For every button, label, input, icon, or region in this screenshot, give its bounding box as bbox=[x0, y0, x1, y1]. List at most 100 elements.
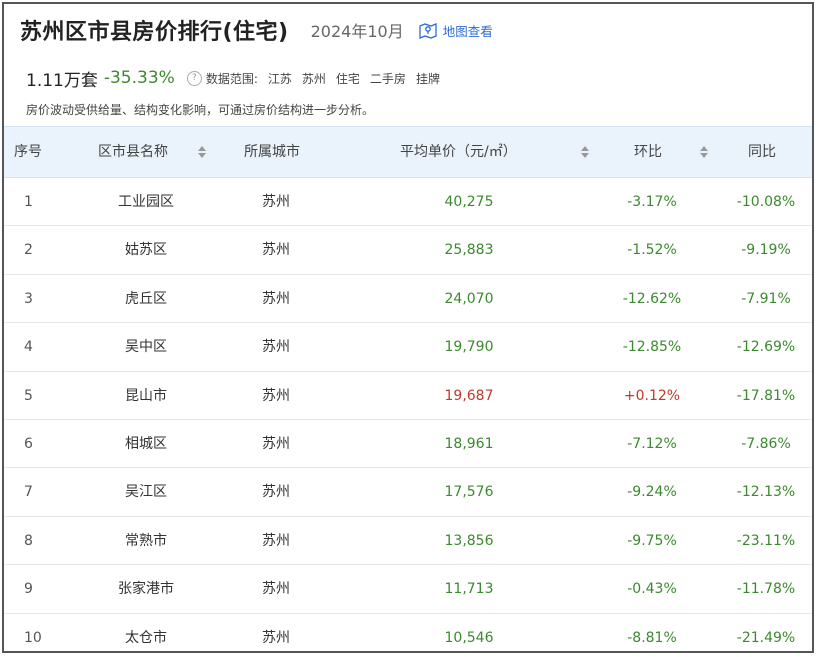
row-yoy: -17.81% bbox=[736, 387, 796, 404]
header-mom-label: 环比 bbox=[634, 144, 662, 160]
row-mom: -3.17% bbox=[627, 194, 677, 210]
table-row[interactable]: 2 姑苏区 苏州 25,883 -1.52% -9.19% bbox=[4, 226, 812, 275]
row-city: 苏州 bbox=[262, 194, 290, 210]
row-index: 8 bbox=[24, 532, 33, 549]
row-district[interactable]: 姑苏区 bbox=[68, 226, 224, 274]
row-district[interactable]: 虎丘区 bbox=[68, 275, 224, 323]
ranking-panel: 苏州区市县房价排行(住宅) 2024年10月 地图查看 1.11万套 -35.3… bbox=[2, 2, 814, 653]
row-mom: -8.81% bbox=[627, 629, 677, 646]
listing-change: -35.33% bbox=[103, 68, 175, 88]
row-index: 1 bbox=[24, 194, 33, 210]
row-district[interactable]: 常熟市 bbox=[68, 517, 224, 565]
row-price: 17,576 bbox=[444, 484, 494, 501]
scope-tag-source: 挂牌 bbox=[415, 71, 440, 86]
report-date: 2024年10月 bbox=[310, 22, 404, 41]
row-district[interactable]: 张家港市 bbox=[68, 565, 224, 613]
row-index: 5 bbox=[24, 387, 33, 404]
table-row[interactable]: 6 相城区 苏州 18,961 -7.12% -7.86% bbox=[4, 420, 812, 469]
table-row[interactable]: 9 张家港市 苏州 11,713 -0.43% -11.78% bbox=[4, 565, 812, 614]
help-icon[interactable]: ? bbox=[186, 70, 202, 86]
table-row[interactable]: 1 工业园区 苏州 40,275 -3.17% -10.08% bbox=[4, 178, 812, 227]
row-city: 苏州 bbox=[262, 532, 290, 549]
listing-count: 1.11万套 bbox=[26, 70, 98, 91]
row-district[interactable]: 昆山市 bbox=[68, 372, 224, 420]
row-city: 苏州 bbox=[262, 339, 290, 356]
table-row[interactable]: 10 太仓市 苏州 10,546 -8.81% -21.49% bbox=[4, 614, 812, 651]
map-pin-icon bbox=[419, 23, 437, 39]
row-district[interactable]: 太仓市 bbox=[68, 614, 224, 651]
row-district[interactable]: 相城区 bbox=[68, 420, 224, 468]
row-city: 苏州 bbox=[262, 290, 290, 307]
table-row[interactable]: 3 虎丘区 苏州 24,070 -12.62% -7.91% bbox=[4, 275, 812, 324]
row-price: 40,275 bbox=[444, 194, 494, 210]
row-district[interactable]: 吴江区 bbox=[68, 468, 224, 516]
row-yoy: -21.49% bbox=[736, 629, 796, 646]
scope-tag-province: 江苏 bbox=[267, 71, 292, 86]
header-index: 序号 bbox=[14, 144, 42, 160]
header-district-label: 区市县名称 bbox=[98, 144, 168, 160]
row-yoy: -7.86% bbox=[741, 435, 791, 452]
row-mom: +0.12% bbox=[623, 387, 681, 404]
table-row[interactable]: 7 吴江区 苏州 17,576 -9.24% -12.13% bbox=[4, 468, 812, 517]
row-mom: -1.52% bbox=[627, 242, 677, 259]
map-view-label: 地图查看 bbox=[442, 23, 493, 39]
header-price-label: 平均单价（元/㎡） bbox=[400, 144, 517, 160]
row-price: 18,961 bbox=[444, 435, 494, 452]
row-mom: -0.43% bbox=[627, 581, 677, 598]
summary-row: 1.11万套 -35.33% ? 数据范围: 江苏 苏州 住宅 二手房 挂牌 bbox=[26, 65, 440, 91]
header-mom[interactable]: 环比 bbox=[634, 127, 709, 177]
header-price[interactable]: 平均单价（元/㎡） bbox=[400, 127, 590, 177]
map-view-link[interactable]: 地图查看 bbox=[418, 21, 493, 40]
row-yoy: -9.19% bbox=[741, 242, 791, 259]
table-row[interactable]: 4 吴中区 苏州 19,790 -12.85% -12.69% bbox=[4, 323, 812, 372]
analysis-note: 房价波动受供给量、结构变化影响，可通过房价结构进一步分析。 bbox=[26, 103, 375, 117]
row-city: 苏州 bbox=[262, 435, 290, 452]
row-yoy: -12.69% bbox=[736, 339, 796, 356]
sort-mom-icon[interactable] bbox=[700, 146, 709, 158]
row-price: 19,687 bbox=[444, 387, 494, 404]
row-mom: -12.85% bbox=[622, 339, 682, 356]
row-yoy: -12.13% bbox=[736, 484, 796, 501]
row-city: 苏州 bbox=[262, 629, 290, 646]
table-header: 序号 区市县名称 所属城市 平均单价（元/㎡） 环比 同比 bbox=[4, 126, 812, 178]
ranking-table: 序号 区市县名称 所属城市 平均单价（元/㎡） 环比 同比 1 工业园区 苏州 40,… bbox=[4, 126, 812, 651]
row-city: 苏州 bbox=[262, 484, 290, 501]
header-district[interactable]: 区市县名称 bbox=[98, 127, 207, 177]
row-price: 19,790 bbox=[444, 339, 494, 356]
table-body: 1 工业园区 苏州 40,275 -3.17% -10.08% 2 姑苏区 苏州 25,883 -1… bbox=[4, 178, 812, 651]
row-district[interactable]: 工业园区 bbox=[68, 178, 224, 226]
scope-tag-city: 苏州 bbox=[301, 71, 326, 86]
row-index: 10 bbox=[24, 629, 42, 646]
row-city: 苏州 bbox=[262, 387, 290, 404]
row-mom: -9.24% bbox=[627, 484, 677, 501]
row-yoy: -7.91% bbox=[741, 290, 791, 307]
row-mom: -12.62% bbox=[622, 290, 682, 307]
row-price: 25,883 bbox=[444, 242, 494, 259]
row-mom: -7.12% bbox=[627, 435, 677, 452]
row-yoy: -11.78% bbox=[736, 581, 796, 598]
title-row: 苏州区市县房价排行(住宅) 2024年10月 地图查看 bbox=[20, 14, 493, 46]
row-district[interactable]: 吴中区 bbox=[68, 323, 224, 371]
row-index: 2 bbox=[24, 242, 33, 259]
page-title: 苏州区市县房价排行(住宅) bbox=[20, 20, 289, 45]
table-row[interactable]: 5 昆山市 苏州 19,687 +0.12% -17.81% bbox=[4, 372, 812, 420]
sort-district-icon[interactable] bbox=[198, 146, 207, 158]
data-scope-label: 数据范围: bbox=[205, 71, 258, 86]
row-yoy: -23.11% bbox=[736, 532, 796, 549]
row-index: 3 bbox=[24, 290, 33, 307]
row-yoy: -10.08% bbox=[736, 194, 796, 210]
header-yoy[interactable]: 同比 bbox=[748, 127, 812, 177]
row-city: 苏州 bbox=[262, 581, 290, 598]
row-index: 4 bbox=[24, 339, 33, 356]
row-price: 10,546 bbox=[444, 629, 494, 646]
row-index: 7 bbox=[24, 484, 33, 501]
table-row[interactable]: 8 常熟市 苏州 13,856 -9.75% -23.11% bbox=[4, 517, 812, 566]
row-city: 苏州 bbox=[262, 242, 290, 259]
row-price: 11,713 bbox=[444, 581, 494, 598]
header-yoy-label: 同比 bbox=[748, 144, 776, 160]
row-mom: -9.75% bbox=[627, 532, 677, 549]
scope-tag-type: 住宅 bbox=[335, 71, 360, 86]
row-price: 24,070 bbox=[444, 290, 494, 307]
row-index: 9 bbox=[24, 581, 33, 598]
sort-price-icon[interactable] bbox=[581, 146, 590, 158]
